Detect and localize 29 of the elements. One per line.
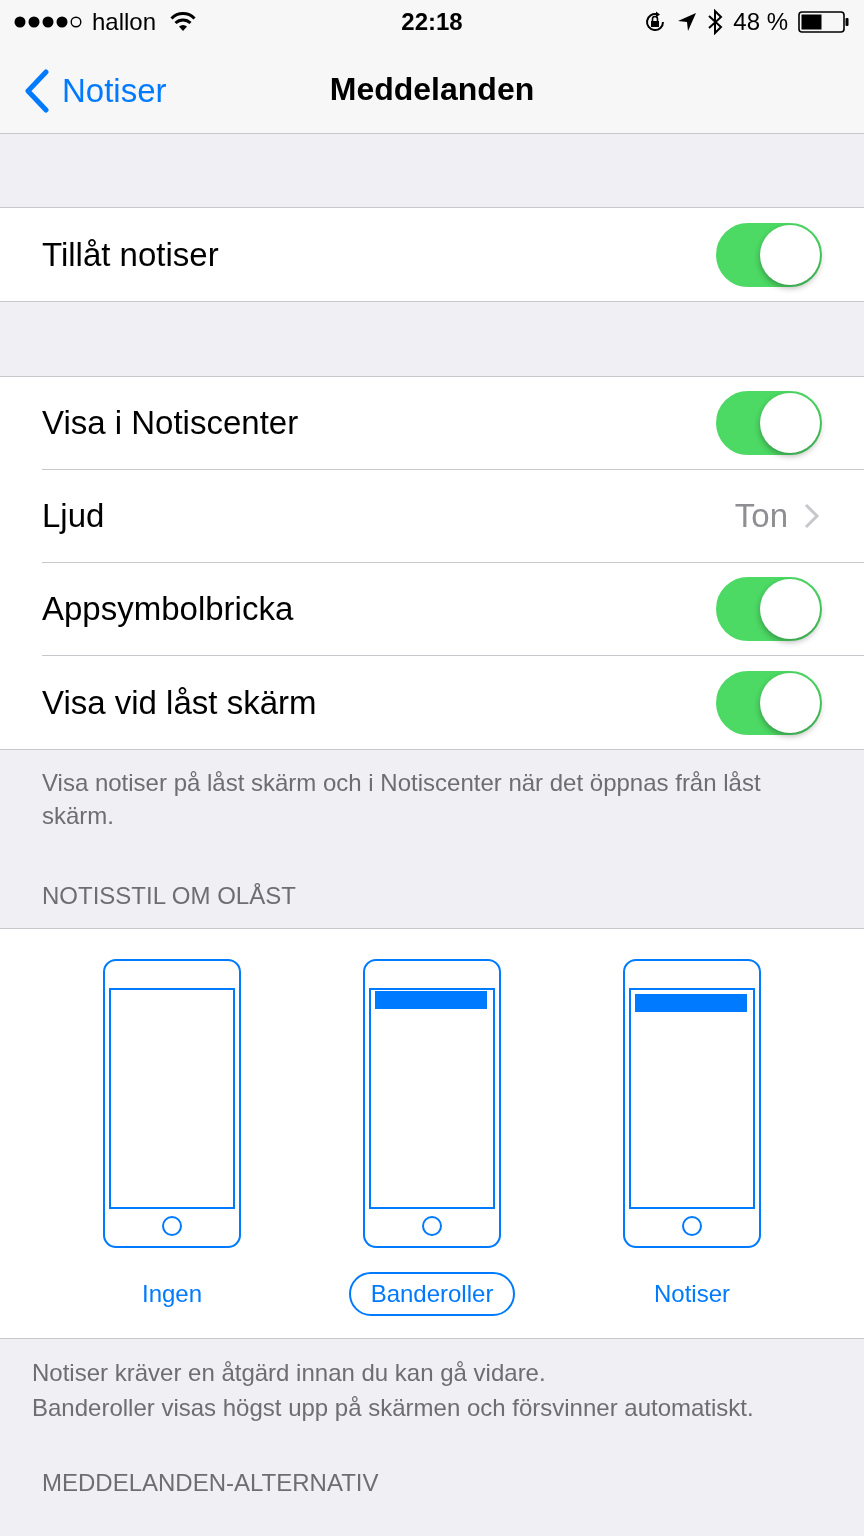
footer-text: Banderoller visas högst upp på skärmen och försvinner automatiskt. <box>32 1393 755 1423</box>
wifi-icon <box>170 12 197 32</box>
footer-text: Notiser kräver en åtgärd innan du kan gå vidare. <box>32 1358 547 1388</box>
toggle-switch[interactable] <box>716 222 822 287</box>
carrier-name: hallon <box>92 7 157 37</box>
style-option[interactable]: Notiser <box>632 1272 752 1316</box>
section-header: NOTISSTIL OM OLÅST <box>41 881 297 911</box>
chevron-left-icon <box>24 68 50 113</box>
location-arrow-icon <box>677 12 698 32</box>
nav-title: Meddelanden <box>329 69 535 109</box>
row-label: Visa vid låst skärm <box>42 682 317 723</box>
section-header: MEDDELANDEN-ALTERNATIV <box>41 1468 380 1498</box>
row-label: Tillåt notiser <box>42 234 219 275</box>
row-label: Ljud <box>42 496 105 537</box>
toggle-switch[interactable] <box>716 670 822 735</box>
style-option[interactable]: Ingen <box>119 1272 225 1316</box>
row-label: Appsymbolbricka <box>42 589 294 630</box>
chevron-right-icon <box>804 503 820 529</box>
toggle-switch[interactable] <box>716 577 822 641</box>
bluetooth-icon <box>707 9 724 35</box>
back-button[interactable]: Notiser <box>24 66 167 116</box>
row-value: Ton <box>734 496 788 537</box>
battery-icon <box>798 11 850 33</box>
toggle-switch[interactable] <box>716 391 822 455</box>
row-label: Visa i Notiscenter <box>42 403 299 444</box>
footer-text: Visa notiser på låst skärm och i Notiscenter när det öppnas från låst skärm. <box>41 768 762 831</box>
style-option[interactable]: Banderoller <box>348 1272 516 1316</box>
clock-time: 22:18 <box>401 7 463 37</box>
battery-percentage: 48 % <box>733 7 788 37</box>
